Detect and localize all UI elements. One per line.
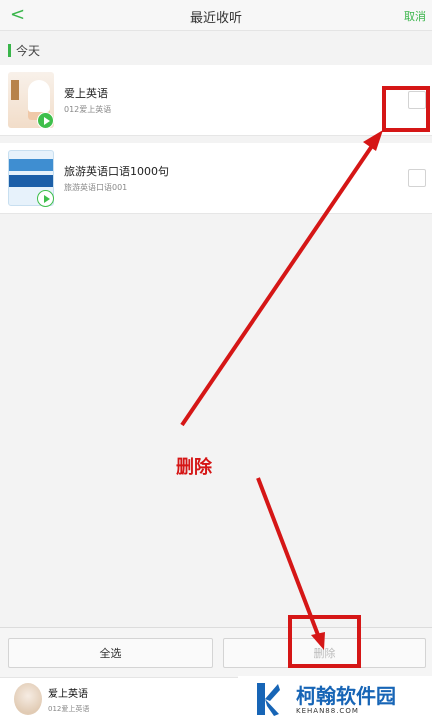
cancel-button[interactable]: 取消 [404,8,426,24]
annotation-label: 删除 [176,457,212,478]
watermark-text: 柯翰软件园 [296,684,396,708]
annotation-arrow-down [256,477,320,636]
page-title: 最近收听 [189,11,242,26]
album-side-mark [11,80,19,100]
item-checkbox[interactable] [408,91,426,109]
album-band [9,175,53,187]
action-bar: 全选 删除 [0,627,432,678]
section-accent-bar [8,44,11,57]
watermark-k-icon [257,683,280,716]
item-title: 旅游英语口语1000句 [64,165,169,178]
section-label: 今天 [16,44,41,58]
delete-button[interactable]: 删除 [223,638,426,668]
list-item[interactable]: 爱上英语 012爱上英语 [0,65,432,136]
watermark-logo: 柯翰软件园 KEHAN88.COM [238,676,432,720]
play-icon[interactable] [37,190,54,207]
list-item[interactable]: 旅游英语口语1000句 旅游英语口语001 [0,143,432,214]
top-bar: < 最近收听 取消 [0,0,432,31]
mini-player-avatar [14,683,42,715]
play-icon[interactable] [37,112,54,129]
watermark-domain: KEHAN88.COM [296,707,359,715]
item-title: 爱上英语 [64,87,108,100]
item-subtitle: 旅游英语口语001 [64,183,128,192]
select-all-button[interactable]: 全选 [8,638,213,668]
mini-player-title: 爱上英语 [48,689,88,700]
mini-player-subtitle: 012爱上英语 [48,705,90,713]
album-band [9,159,53,171]
item-checkbox[interactable] [408,169,426,187]
item-subtitle: 012爱上英语 [64,105,112,114]
section-header: 今天 [0,36,432,64]
